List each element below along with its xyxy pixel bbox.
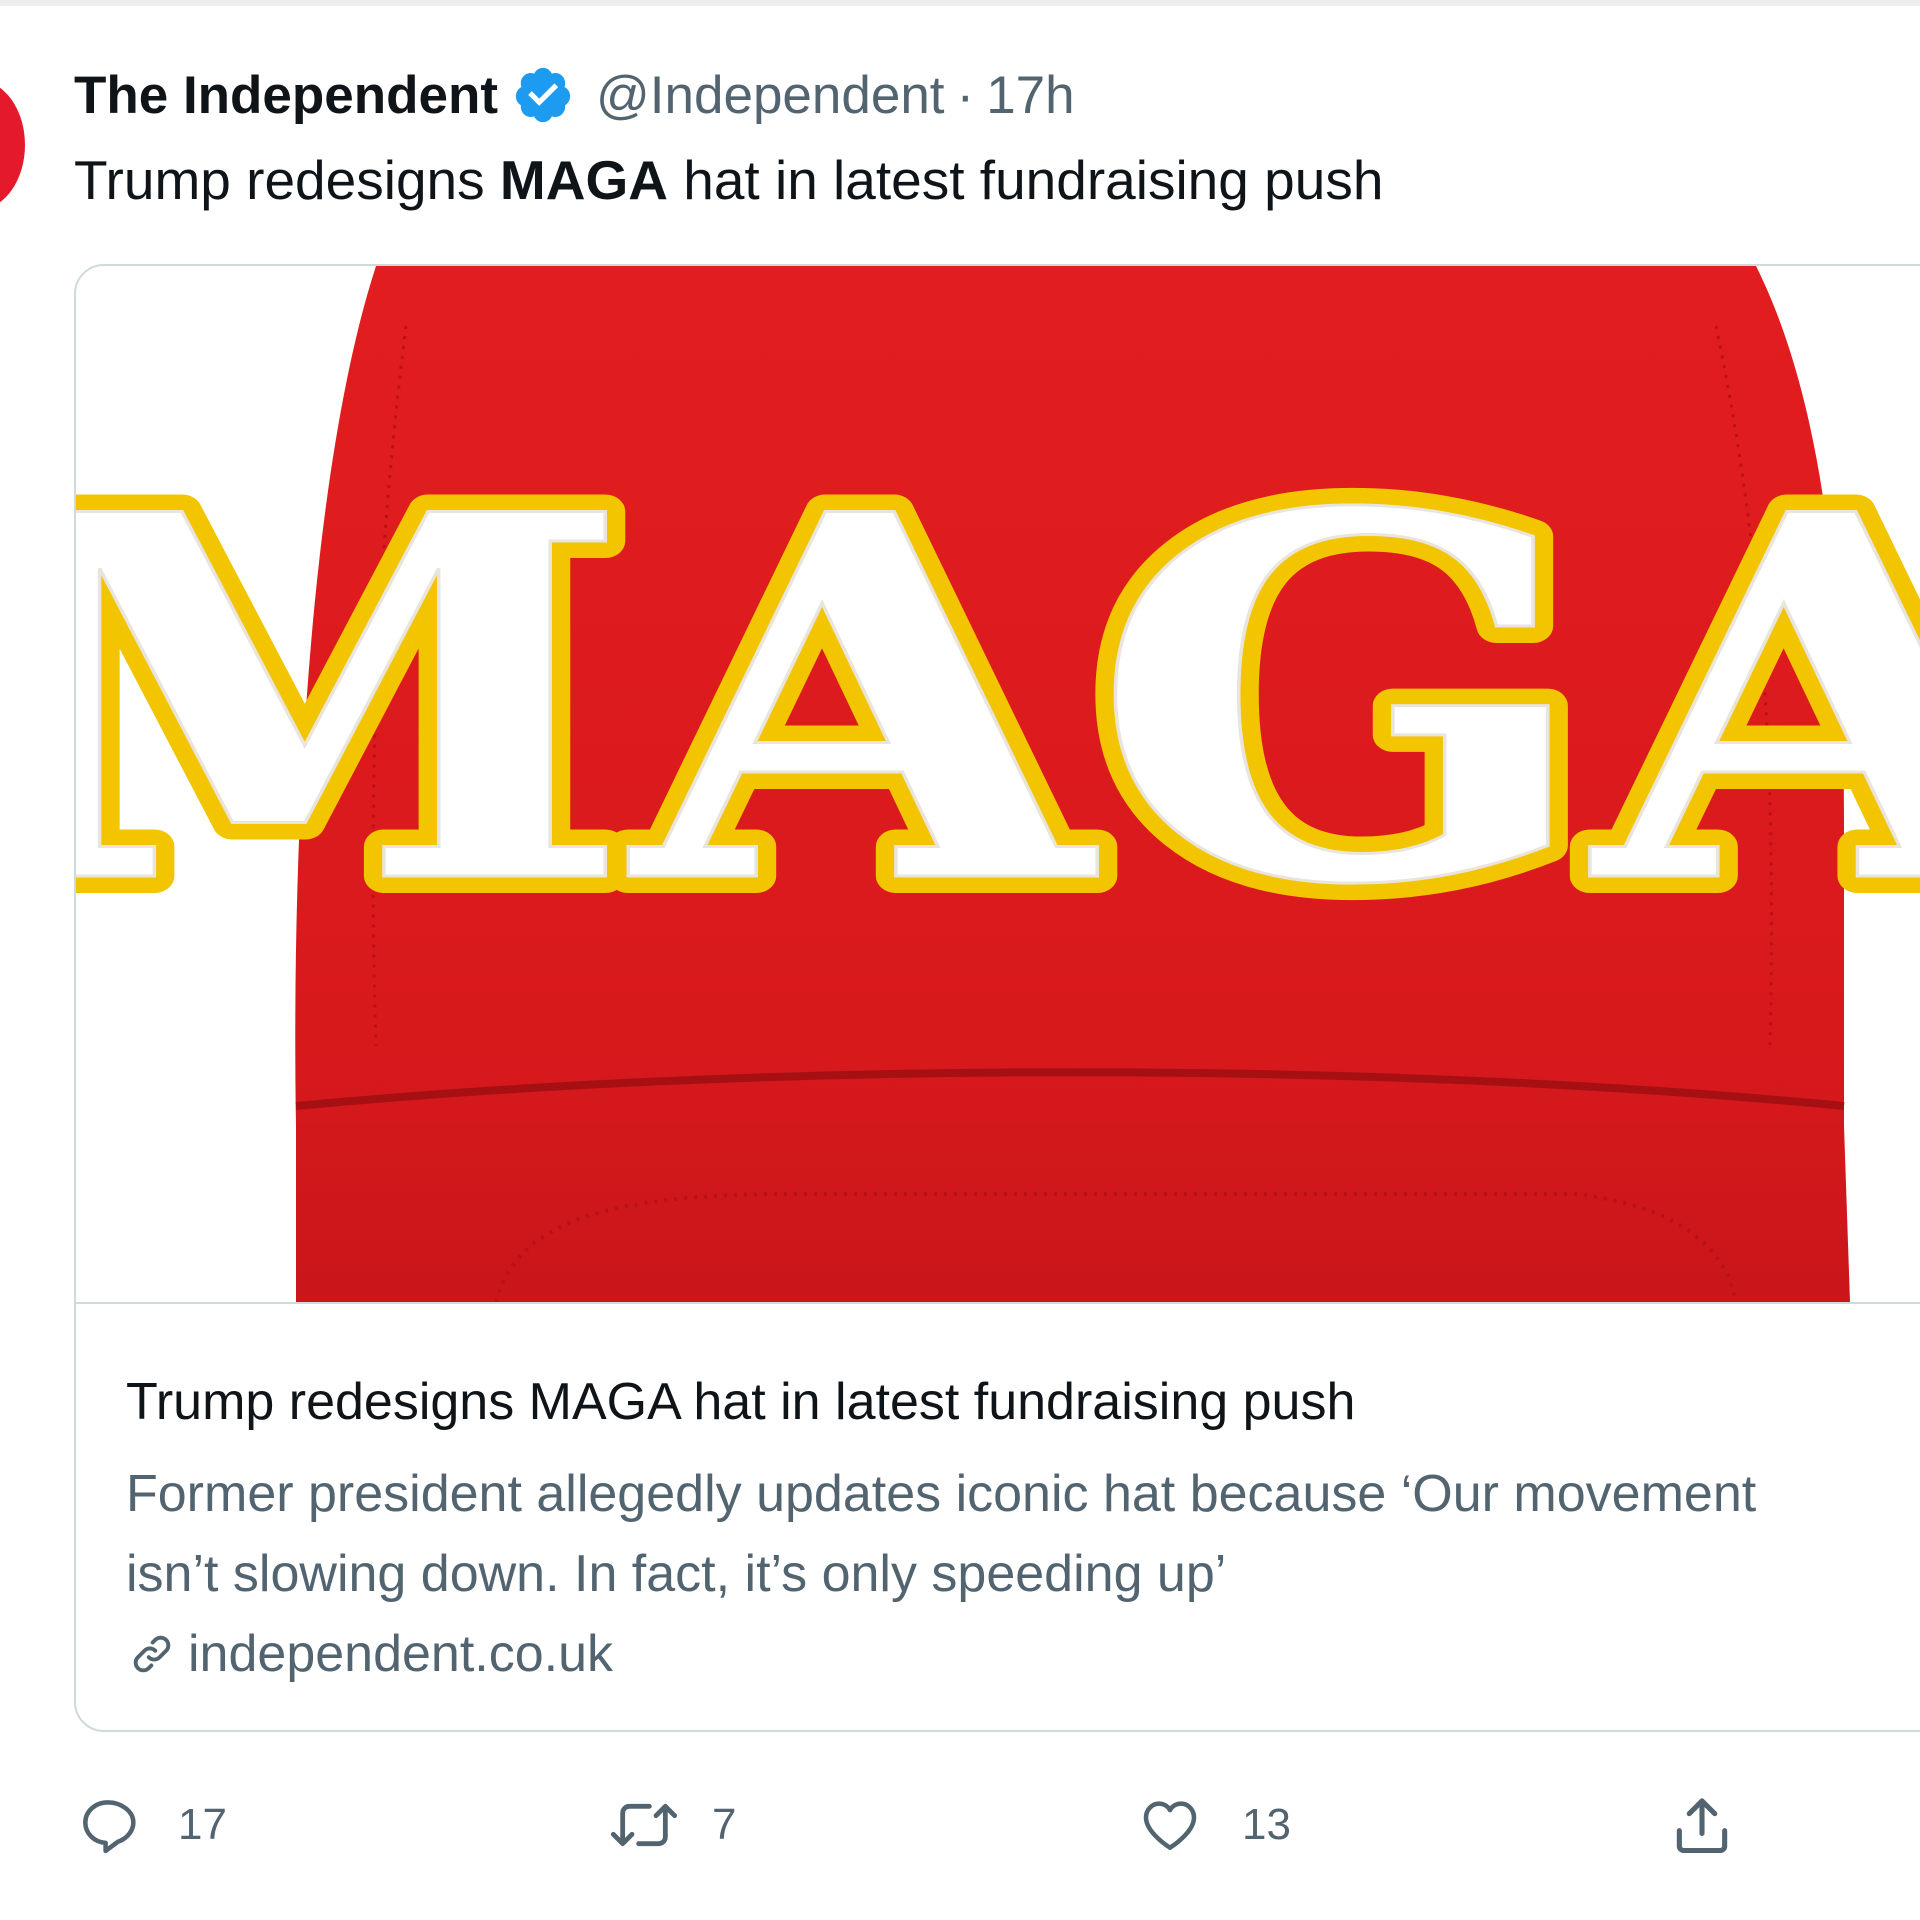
- tweet-text-bold: MAGA: [499, 149, 668, 211]
- hat-text: MAGA: [76, 407, 1920, 994]
- author-handle[interactable]: @Independent: [596, 65, 945, 126]
- tweet-text-after: hat in latest fundraising push: [667, 149, 1384, 211]
- maga-hat-image: MAGA MAGA: [76, 266, 1920, 1302]
- card-domain[interactable]: independent.co.uk: [126, 1624, 613, 1684]
- separator-dot: ·: [956, 65, 975, 125]
- tweet-text-before: Trump redesigns: [74, 149, 500, 211]
- hat-embroidery: MAGA MAGA: [76, 388, 1920, 1012]
- tweet-timestamp[interactable]: 17h: [986, 65, 1074, 126]
- reply-icon: [83, 1800, 136, 1854]
- tweet-actions: 17 7 13: [0, 1775, 1920, 1875]
- author-name[interactable]: The Independent: [74, 65, 498, 126]
- link-icon: [133, 1635, 171, 1673]
- card-description-line-1: Former president allegedly updates iconi…: [126, 1465, 1757, 1523]
- card-description: Former president allegedly updates iconi…: [126, 1454, 1920, 1614]
- reply-count: 17: [178, 1800, 227, 1849]
- share-button[interactable]: [1668, 1775, 1736, 1875]
- card-image[interactable]: MAGA MAGA: [76, 266, 1920, 1302]
- tweet-header: The Independent @Independent · 17h: [74, 60, 1075, 130]
- card-title[interactable]: Trump redesigns MAGA hat in latest fundr…: [126, 1372, 1355, 1432]
- retweet-count: 7: [712, 1800, 737, 1849]
- top-divider: [0, 0, 1920, 6]
- card-description-line-2: isn’t slowing down. In fact, it’s only s…: [126, 1545, 1227, 1603]
- tweet-text: Trump redesigns MAGA hat in latest fundr…: [74, 145, 1383, 215]
- verified-badge-icon: [512, 64, 574, 126]
- retweet-button[interactable]: 7: [606, 1775, 736, 1875]
- link-preview-card[interactable]: MAGA MAGA Trump redesigns MAGA hat in la…: [74, 264, 1920, 1732]
- card-domain-text: independent.co.uk: [188, 1625, 614, 1683]
- heart-icon: [1143, 1801, 1197, 1850]
- like-button[interactable]: 13: [1136, 1775, 1291, 1875]
- reply-button[interactable]: 17: [76, 1775, 227, 1875]
- author-avatar[interactable]: [0, 80, 25, 210]
- like-count: 13: [1242, 1800, 1291, 1849]
- card-meta[interactable]: Trump redesigns MAGA hat in latest fundr…: [76, 1302, 1920, 1730]
- share-icon: [1676, 1798, 1728, 1854]
- retweet-icon: [610, 1803, 678, 1847]
